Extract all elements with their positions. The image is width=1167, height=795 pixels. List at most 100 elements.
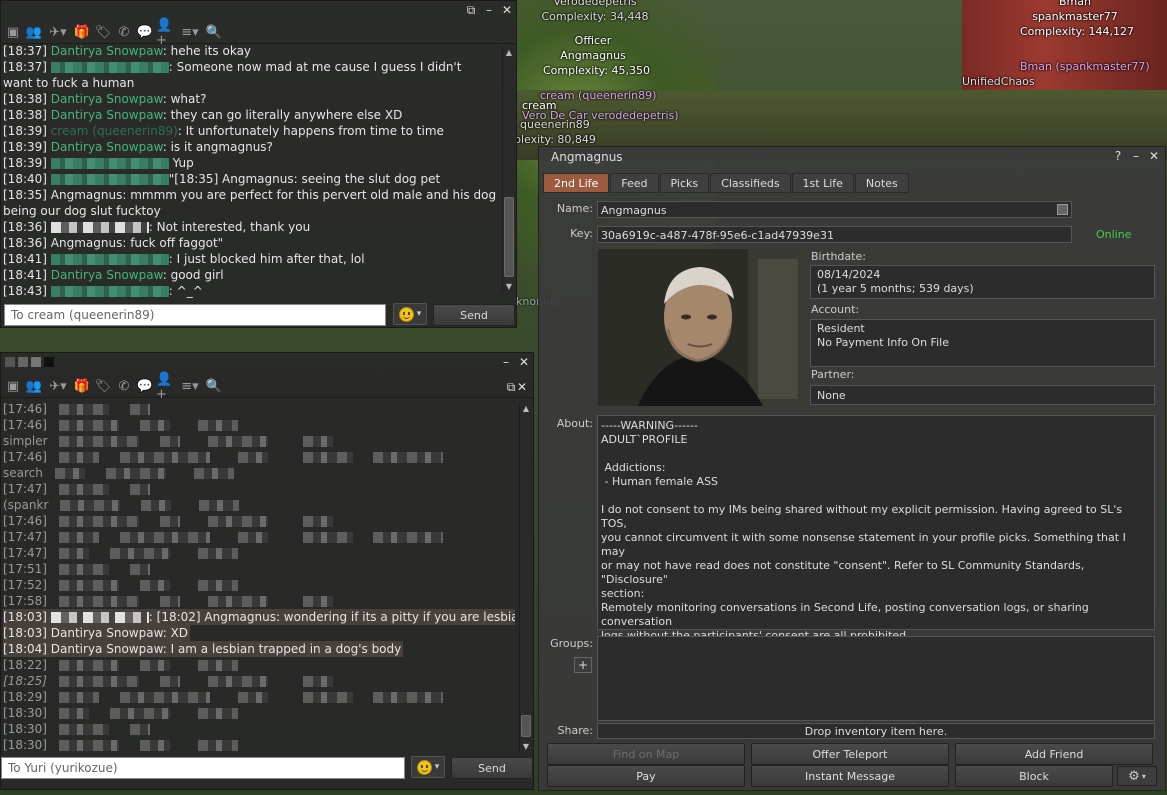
nametag-bman-spank[interactable]: Bman (spankmaster77) (1020, 59, 1150, 74)
add-friend-icon[interactable]: 👥 (24, 378, 44, 396)
chat-log-top[interactable]: [18:37] Dantirya Snowpaw: hehe its okay[… (3, 43, 498, 299)
tab-swatch[interactable] (5, 357, 15, 367)
tab-picks[interactable]: Picks (659, 173, 710, 193)
scroll-up-icon[interactable]: ▲ (503, 47, 515, 59)
send-button-bottom[interactable]: Send (451, 757, 533, 779)
chat-timestamp: (spankr (3, 498, 49, 512)
redacted-name (141, 500, 172, 511)
redacted-name (58, 516, 139, 527)
nametag-cream[interactable]: cream (queenerin89) (540, 88, 656, 103)
copy-icon[interactable] (1057, 204, 1068, 215)
chat-line: [17:46] (3, 401, 515, 417)
chat-timestamp: [17:46] (3, 450, 47, 464)
profile-photo[interactable] (598, 249, 806, 406)
options-icon[interactable]: ≡▾ (177, 24, 203, 42)
tab-2nd-life[interactable]: 2nd Life (543, 173, 610, 193)
emoji-button-bottom[interactable]: ▾ (411, 756, 445, 778)
scroll-thumb[interactable] (521, 715, 531, 737)
call-icon[interactable]: ✆ (114, 378, 134, 396)
redacted-name (58, 740, 119, 751)
nametag-bman[interactable]: Bman spankmaster77 Complexity: 144,127 (1020, 0, 1134, 39)
tab-notes[interactable]: Notes (854, 173, 909, 193)
about-field[interactable]: -----WARNING------ ADULT`PROFILE Addicti… (597, 415, 1155, 642)
close-icon[interactable]: ✕ (1149, 149, 1159, 163)
chat-scrollbar-bottom[interactable]: ▲ ▼ (519, 403, 531, 753)
chat-line: [18:41] : I just blocked him after that,… (3, 251, 498, 267)
emoji-button-top[interactable]: ▾ (393, 303, 427, 325)
redacted-name (58, 660, 119, 671)
tab-strip[interactable] (5, 357, 54, 367)
options-icon[interactable]: ≡▾ (177, 378, 203, 396)
search-icon[interactable]: 🔍 (204, 378, 224, 396)
chat-scrollbar-top[interactable]: ▲ ▼ (502, 47, 514, 293)
profile-icon[interactable]: ▣ (3, 24, 23, 42)
nametag-angmagnus[interactable]: Officer Angmagnus Complexity: 45,350 (543, 33, 650, 78)
chat-line: [18:43] : ^_^ (3, 283, 498, 299)
tab-1st-life[interactable]: 1st Life (791, 173, 854, 193)
teleport-icon[interactable]: ✈▾ (45, 24, 71, 42)
gift-icon[interactable]: 🎁 (72, 24, 92, 42)
tab-classifieds[interactable]: Classifieds (710, 173, 791, 193)
more-options-button[interactable]: ⚙ ▾ (1117, 766, 1157, 786)
redacted-name (237, 692, 268, 703)
tab-swatch[interactable] (18, 357, 28, 367)
instant-message-button[interactable]: Instant Message (751, 765, 949, 787)
share-drop-target[interactable]: Drop inventory item here. (597, 723, 1155, 739)
pay-icon[interactable]: 🏷 (93, 378, 113, 396)
chat-timestamp: simpler (3, 434, 48, 448)
close-icon[interactable]: ✕ (502, 3, 512, 17)
pay-icon[interactable]: 🏷 (93, 24, 113, 42)
tear-off-icon[interactable]: ⧉ (506, 380, 516, 394)
im-titlebar-top[interactable]: ⧉ – ✕ (1, 1, 516, 19)
scroll-down-icon[interactable]: ▼ (503, 281, 515, 293)
offer-teleport-button[interactable]: Offer Teleport (751, 743, 949, 765)
history-icon[interactable]: 💬 (135, 378, 155, 396)
chat-log-bottom[interactable]: [17:46] [17:46] simpler [17:46] search [… (3, 401, 515, 753)
key-field[interactable]: 30a6919c-a487-478f-95e6-c1ad47939e31 (597, 226, 1072, 243)
minimize-icon[interactable]: – (1131, 149, 1141, 163)
close-icon[interactable]: ✕ (519, 355, 529, 369)
minimize-icon[interactable]: – (484, 3, 494, 17)
history-icon[interactable]: 💬 (135, 24, 155, 42)
add-group-button[interactable]: + (574, 657, 592, 673)
teleport-icon[interactable]: ✈▾ (45, 378, 71, 396)
pay-button[interactable]: Pay (547, 765, 745, 787)
add-friend-button[interactable]: Add Friend (955, 743, 1153, 765)
gear-icon: ⚙ (1128, 768, 1140, 784)
block-button[interactable]: Block (955, 765, 1113, 787)
minimize-icon[interactable]: – (501, 355, 511, 369)
chat-timestamp: [17:47] (3, 482, 47, 496)
name-field[interactable]: Angmagnus (597, 201, 1072, 218)
im-titlebar-bottom[interactable]: – ✕ (1, 353, 533, 371)
tab-swatch[interactable] (31, 357, 41, 367)
im-floater-bottom: – ✕ ▣ 👥 ✈▾ 🎁 🏷 ✆ 💬 👤+ ≡▾ 🔍 ⧉ ✕ [17:46] [… (0, 352, 534, 790)
close-icon[interactable]: ✕ (517, 380, 527, 394)
scroll-up-icon[interactable]: ▲ (520, 403, 532, 415)
chat-sender: Dantirya Snowpaw (50, 268, 163, 282)
chat-timestamp: [18:03] (3, 626, 47, 640)
find-on-map-button[interactable]: Find on Map (547, 743, 745, 765)
help-icon[interactable]: ? (1113, 149, 1123, 163)
invite-group-icon[interactable]: 👤+ (156, 372, 176, 402)
chat-input-bottom[interactable]: To Yuri (yurikozue) (1, 757, 405, 779)
chat-timestamp: [18:38] (3, 108, 47, 122)
invite-group-icon[interactable]: 👤+ (156, 18, 176, 48)
gift-icon[interactable]: 🎁 (72, 378, 92, 396)
redacted-name (58, 708, 89, 719)
redacted-name (303, 436, 334, 447)
groups-field[interactable] (597, 636, 1155, 721)
tab-feed[interactable]: Feed (610, 173, 659, 193)
chat-input-top[interactable]: To cream (queenerin89) (4, 304, 386, 326)
tab-swatch[interactable] (44, 357, 54, 367)
scroll-thumb[interactable] (504, 197, 514, 277)
search-icon[interactable]: 🔍 (204, 24, 224, 42)
scroll-down-icon[interactable]: ▼ (520, 741, 532, 753)
tear-off-icon[interactable]: ⧉ (466, 3, 476, 17)
partner-field[interactable]: None (810, 385, 1155, 405)
call-icon[interactable]: ✆ (114, 24, 134, 42)
send-button-top[interactable]: Send (433, 304, 515, 326)
add-friend-icon[interactable]: 👥 (24, 24, 44, 42)
redacted-name (129, 404, 150, 415)
profile-icon[interactable]: ▣ (3, 378, 23, 396)
chat-timestamp: [18:40] (3, 172, 47, 186)
